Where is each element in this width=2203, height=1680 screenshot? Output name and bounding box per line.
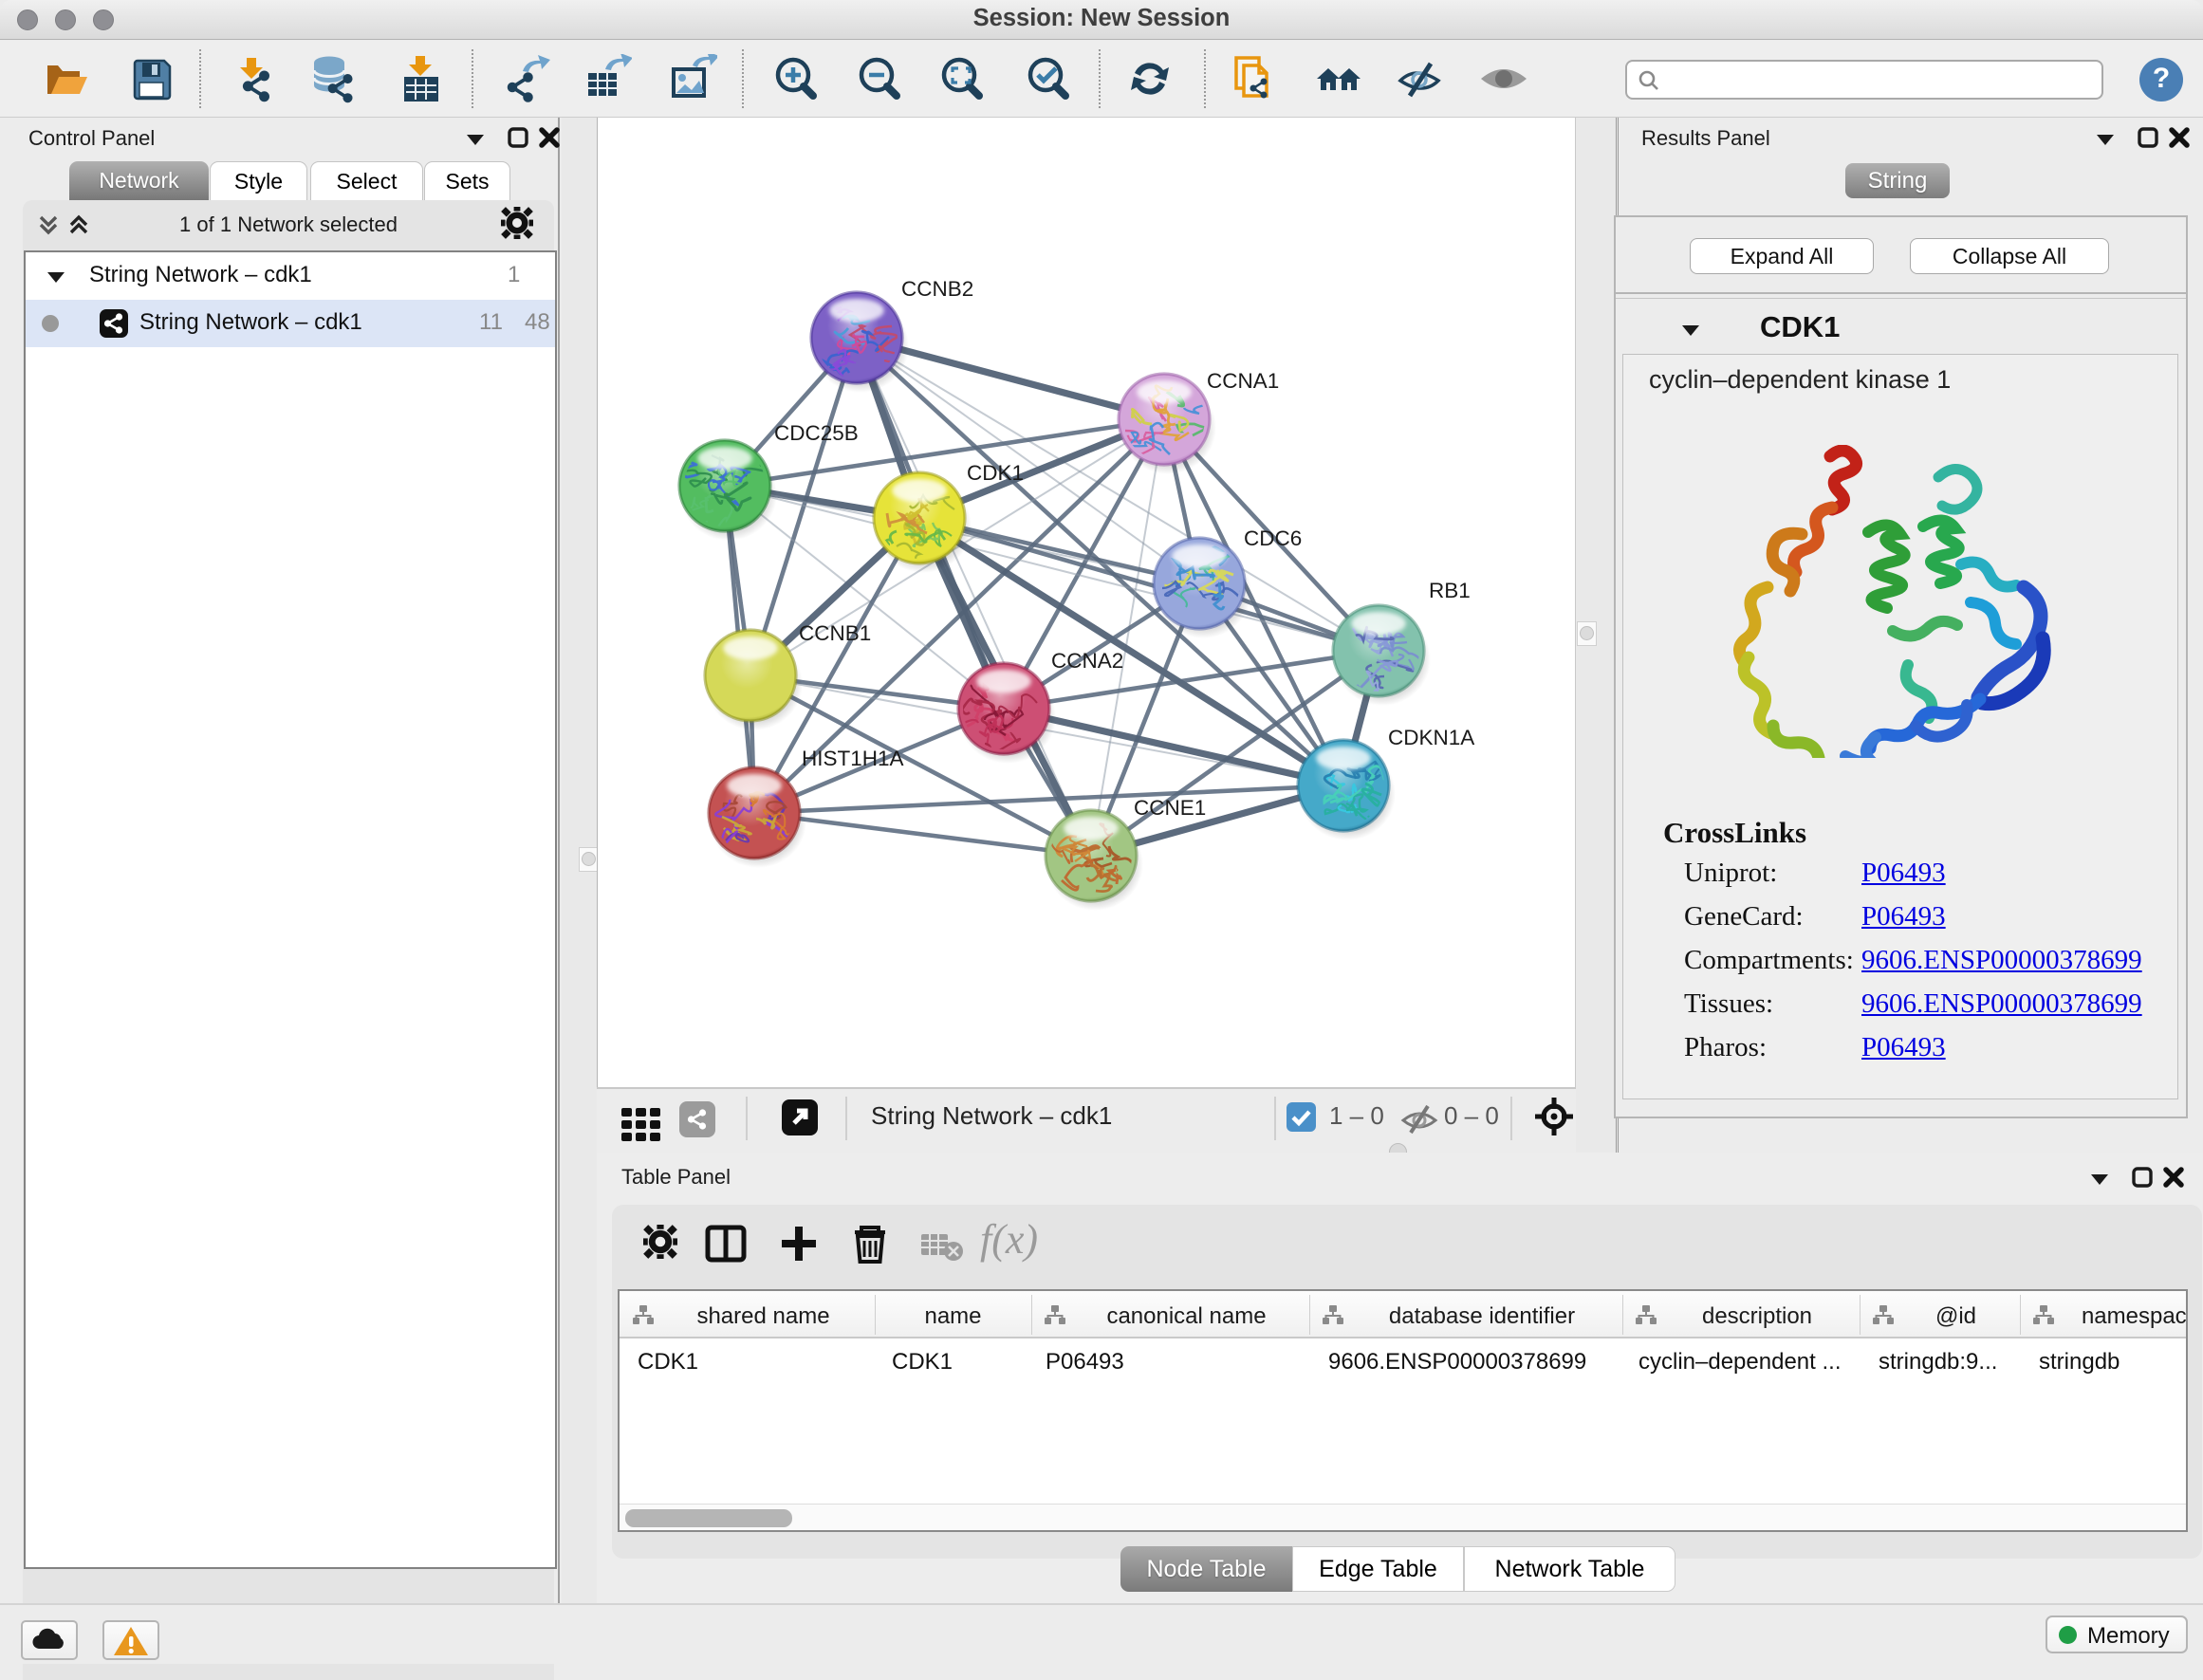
svg-text:RB1: RB1	[1429, 579, 1471, 602]
svg-text:CDK1: CDK1	[967, 461, 1024, 485]
svg-text:CCNB2: CCNB2	[901, 277, 973, 301]
svg-text:CCNB1: CCNB1	[799, 621, 871, 645]
svg-text:CCNA2: CCNA2	[1051, 649, 1123, 673]
svg-text:HIST1H1A: HIST1H1A	[802, 747, 904, 770]
svg-text:CCNE1: CCNE1	[1134, 796, 1206, 820]
svg-text:CDKN1A: CDKN1A	[1388, 726, 1474, 749]
svg-text:CCNA1: CCNA1	[1207, 369, 1279, 393]
svg-text:CDC25B: CDC25B	[774, 421, 859, 445]
svg-text:CDC6: CDC6	[1244, 526, 1302, 550]
